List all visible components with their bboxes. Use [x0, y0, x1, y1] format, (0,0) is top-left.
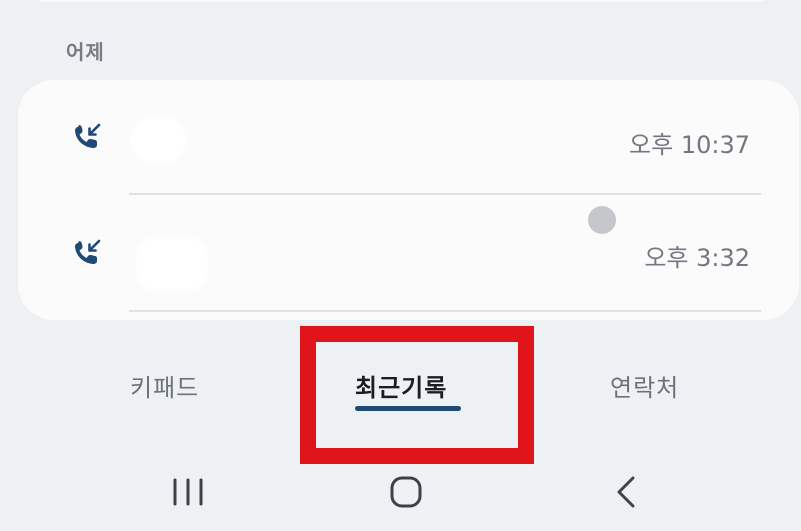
recent-apps-icon[interactable]	[163, 470, 213, 514]
contact-name-redacted	[130, 116, 186, 164]
previous-card-bottom	[18, 0, 784, 2]
incoming-call-icon	[75, 239, 101, 264]
call-log-row[interactable]: 오후 3:32	[18, 192, 799, 304]
home-icon[interactable]	[381, 470, 431, 514]
back-icon[interactable]	[601, 470, 651, 514]
contact-name-redacted	[136, 236, 208, 292]
tab-keypad[interactable]: 키패드	[130, 368, 199, 403]
highlight-annotation-box	[300, 326, 534, 464]
row-divider	[129, 310, 761, 312]
incoming-call-icon	[75, 123, 101, 148]
call-time: 오후 10:37	[629, 131, 750, 159]
touch-indicator	[588, 206, 616, 234]
date-section-header: 어제	[66, 40, 105, 64]
call-time: 오후 3:32	[644, 244, 750, 272]
call-log-card: 오후 10:37 오후 3:32	[18, 80, 799, 320]
tab-contacts[interactable]: 연락처	[610, 368, 679, 403]
call-log-row[interactable]: 오후 10:37	[18, 80, 799, 192]
